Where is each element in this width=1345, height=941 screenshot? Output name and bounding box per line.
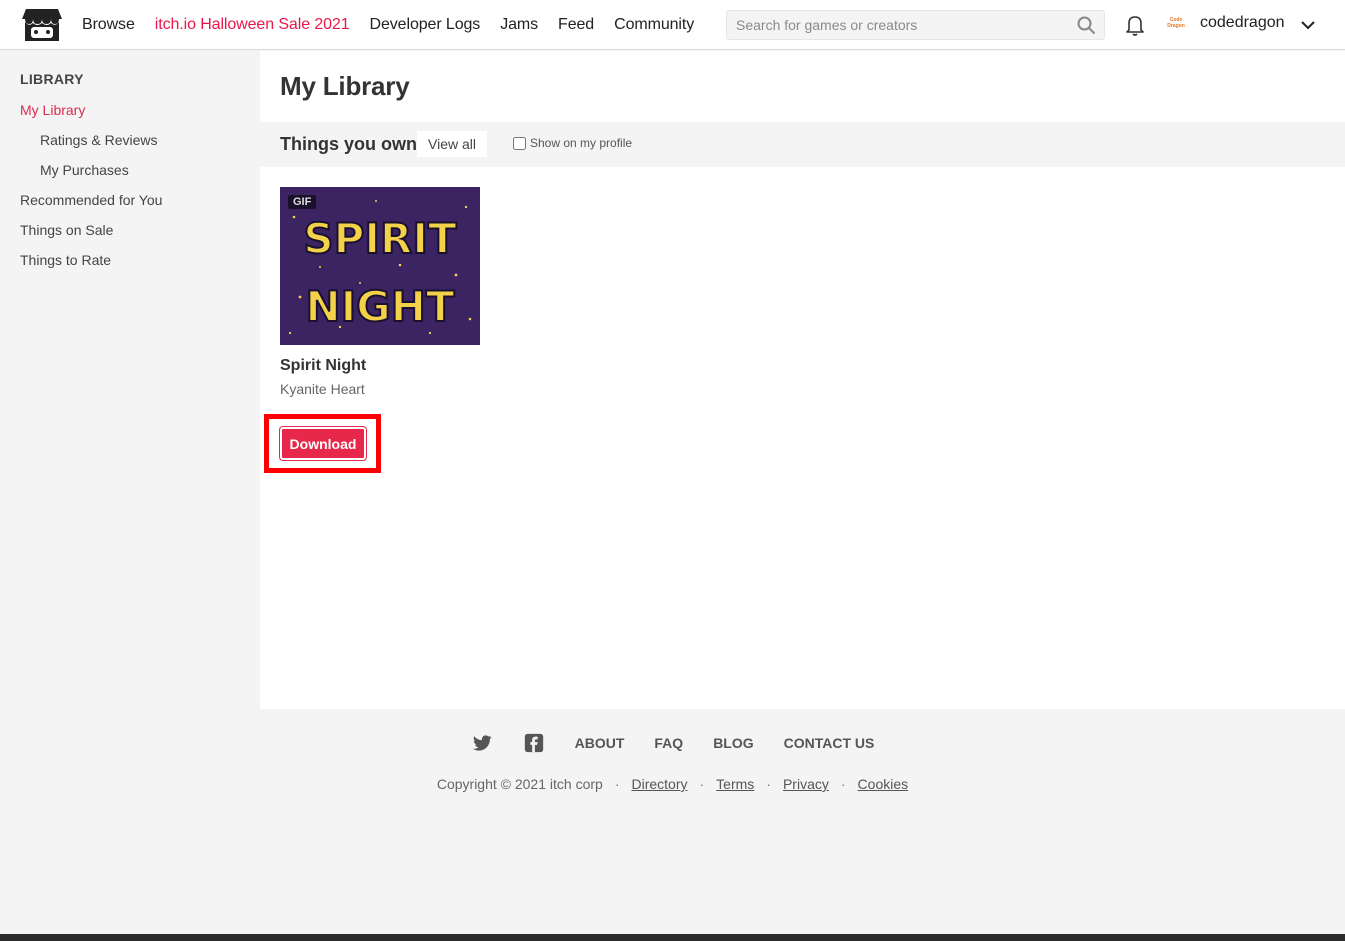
footer-about-link[interactable]: ABOUT <box>575 735 625 751</box>
footer-blog-link[interactable]: BLOG <box>713 735 753 751</box>
cover-title-line2: NIGHT <box>305 282 454 331</box>
cover-title-line1: SPIRIT <box>303 214 457 263</box>
main-content: My Library Things you own View all Show … <box>260 51 1345 709</box>
copyright-text: Copyright © 2021 itch corp <box>436 776 603 792</box>
game-thumbnail[interactable]: SPIRIT NIGHT GIF <box>280 187 480 345</box>
twitter-icon[interactable] <box>471 732 493 754</box>
nav-developer-logs[interactable]: Developer Logs <box>370 16 481 34</box>
sidebar-item-ratings-reviews[interactable]: Ratings & Reviews <box>40 132 158 148</box>
user-avatar[interactable]: Code Dragon <box>1163 13 1189 37</box>
bottom-strip <box>0 934 1345 941</box>
main-nav: Browse itch.io Halloween Sale 2021 Devel… <box>82 0 714 50</box>
nav-halloween-sale[interactable]: itch.io Halloween Sale 2021 <box>155 16 350 34</box>
game-author[interactable]: Kyanite Heart <box>280 381 480 397</box>
separator-dot: · <box>699 776 705 792</box>
separator-dot: · <box>840 776 846 792</box>
sidebar-item-things-to-rate[interactable]: Things to Rate <box>20 252 111 268</box>
page-title: My Library <box>280 71 410 101</box>
chevron-down-icon[interactable] <box>1300 17 1316 33</box>
nav-feed[interactable]: Feed <box>558 16 594 34</box>
footer-links: ABOUT FAQ BLOG CONTACT US <box>0 732 1345 754</box>
search-icon[interactable] <box>1076 15 1096 35</box>
nav-community[interactable]: Community <box>614 16 694 34</box>
footer-privacy-link[interactable]: Privacy <box>783 776 829 792</box>
nav-browse[interactable]: Browse <box>82 16 135 34</box>
notification-bell-icon[interactable] <box>1124 13 1146 37</box>
footer-copyright-row: Copyright © 2021 itch corp · Directory ·… <box>0 776 1345 792</box>
show-on-profile-option[interactable]: Show on my profile <box>513 136 632 150</box>
sidebar-heading: LIBRARY <box>20 71 84 87</box>
footer-cookies-link[interactable]: Cookies <box>858 776 909 792</box>
show-on-profile-checkbox[interactable] <box>513 136 526 150</box>
footer-faq-link[interactable]: FAQ <box>654 735 683 751</box>
username-label[interactable]: codedragon <box>1200 14 1285 32</box>
game-title[interactable]: Spirit Night <box>280 357 480 375</box>
sidebar-item-my-library[interactable]: My Library <box>20 102 85 118</box>
search-box <box>726 10 1105 40</box>
facebook-icon[interactable] <box>523 732 545 754</box>
sidebar-item-things-on-sale[interactable]: Things on Sale <box>20 222 113 238</box>
footer-terms-link[interactable]: Terms <box>716 776 754 792</box>
sidebar-item-my-purchases[interactable]: My Purchases <box>40 162 129 178</box>
top-header: Browse itch.io Halloween Sale 2021 Devel… <box>0 0 1345 50</box>
game-cover-art: SPIRIT NIGHT <box>280 187 480 345</box>
separator-dot: · <box>614 776 620 792</box>
separator-dot: · <box>766 776 771 792</box>
footer-contact-link[interactable]: CONTACT US <box>784 735 875 751</box>
footer-directory-link[interactable]: Directory <box>631 776 687 792</box>
game-cell: SPIRIT NIGHT GIF Spirit Night Kyanite He… <box>280 187 480 397</box>
nav-jams[interactable]: Jams <box>500 16 538 34</box>
gif-badge: GIF <box>288 195 317 209</box>
library-sidebar: LIBRARY My Library Ratings & Reviews My … <box>0 51 260 709</box>
search-input[interactable] <box>727 11 1076 39</box>
show-on-profile-label: Show on my profile <box>530 136 633 150</box>
section-header: Things you own View all Show on my profi… <box>260 122 1345 167</box>
itchio-logo-icon[interactable] <box>22 7 62 43</box>
view-all-button[interactable]: View all <box>417 131 487 157</box>
sidebar-item-recommended[interactable]: Recommended for You <box>20 192 162 208</box>
download-button[interactable]: Download <box>280 427 366 460</box>
site-footer: ABOUT FAQ BLOG CONTACT US Copyright © 20… <box>0 709 1345 934</box>
section-title: Things you own <box>280 134 417 154</box>
